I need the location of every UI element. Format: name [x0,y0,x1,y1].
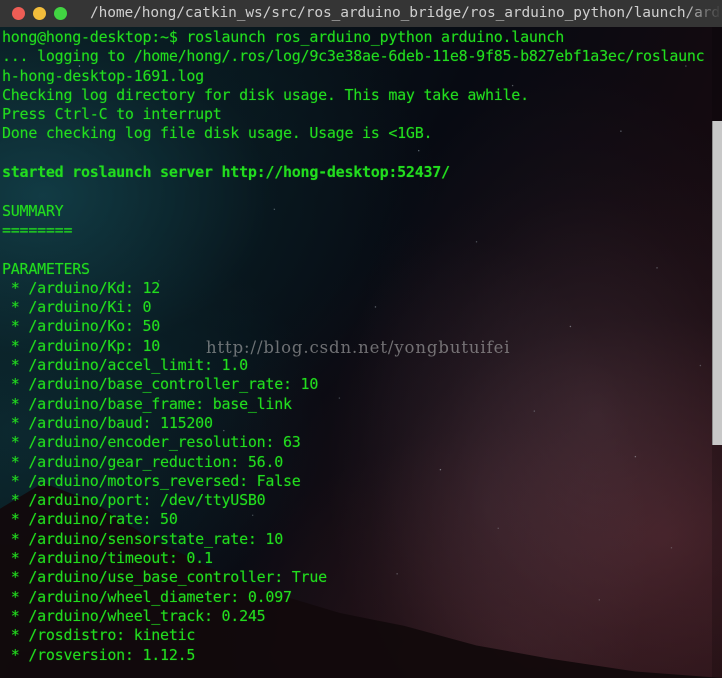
terminal-line: * /arduino/rate: 50 [2,510,178,529]
terminal-line: * /arduino/accel_limit: 1.0 [2,356,248,375]
terminal-line: * /arduino/Kp: 10 [2,336,161,355]
terminal-line: * /arduino/Ko: 50 [2,317,161,336]
terminal-line: * /arduino/port: /dev/ttyUSB0 [2,491,266,510]
close-button-icon[interactable] [12,7,25,20]
terminal-line: * /arduino/sensorstate_rate: 10 [2,529,283,548]
terminal-output: hong@hong-desktop:~$ roslaunch ros_ardui… [0,27,722,665]
terminal-line: * /arduino/base_controller_rate: 10 [2,375,319,394]
terminal-line: * /arduino/timeout: 0.1 [2,549,213,568]
terminal-line: h-hong-desktop-1691.log [2,66,204,85]
minimize-button-icon[interactable] [33,7,46,20]
terminal-line: Done checking log file disk usage. Usage… [2,124,433,143]
terminal-line: * /arduino/gear_reduction: 56.0 [2,452,283,471]
terminal-line: * /arduino/encoder_resolution: 63 [2,433,301,452]
terminal-line: started roslaunch server http://hong-des… [2,163,450,182]
terminal-window: /home/hong/catkin_ws/src/ros_arduino_bri… [0,0,722,678]
terminal-line: ======== [2,220,73,239]
terminal-body[interactable]: hong@hong-desktop:~$ roslaunch ros_ardui… [0,27,722,678]
terminal-line: ... logging to /home/hong/.ros/log/9c3e3… [2,47,705,66]
terminal-line: * /arduino/Ki: 0 [2,298,152,317]
terminal-line: Press Ctrl-C to interrupt [2,105,222,124]
terminal-line: * /arduino/baud: 115200 [2,413,213,432]
maximize-button-icon[interactable] [54,7,67,20]
terminal-line: PARAMETERS [2,259,90,278]
terminal-line: * /arduino/motors_reversed: False [2,471,301,490]
terminal-line: * /arduino/base_frame: base_link [2,394,292,413]
terminal-line: * /rosversion: 1.12.5 [2,645,196,664]
terminal-line: hong@hong-desktop:~$ roslaunch ros_ardui… [2,28,564,46]
window-titlebar: /home/hong/catkin_ws/src/ros_arduino_bri… [0,0,722,27]
terminal-line: * /arduino/wheel_track: 0.245 [2,606,266,625]
terminal-line: SUMMARY [2,201,64,220]
terminal-line: * /arduino/wheel_diameter: 0.097 [2,587,292,606]
window-title: /home/hong/catkin_ws/src/ros_arduino_bri… [90,5,722,21]
window-controls [0,7,67,20]
terminal-line: * /arduino/use_base_controller: True [2,568,327,587]
terminal-line: Checking log directory for disk usage. T… [2,85,529,104]
terminal-line: * /rosdistro: kinetic [2,626,196,645]
scrollbar-thumb[interactable] [712,121,722,445]
scrollbar[interactable] [712,27,722,678]
terminal-line: * /arduino/Kd: 12 [2,278,161,297]
